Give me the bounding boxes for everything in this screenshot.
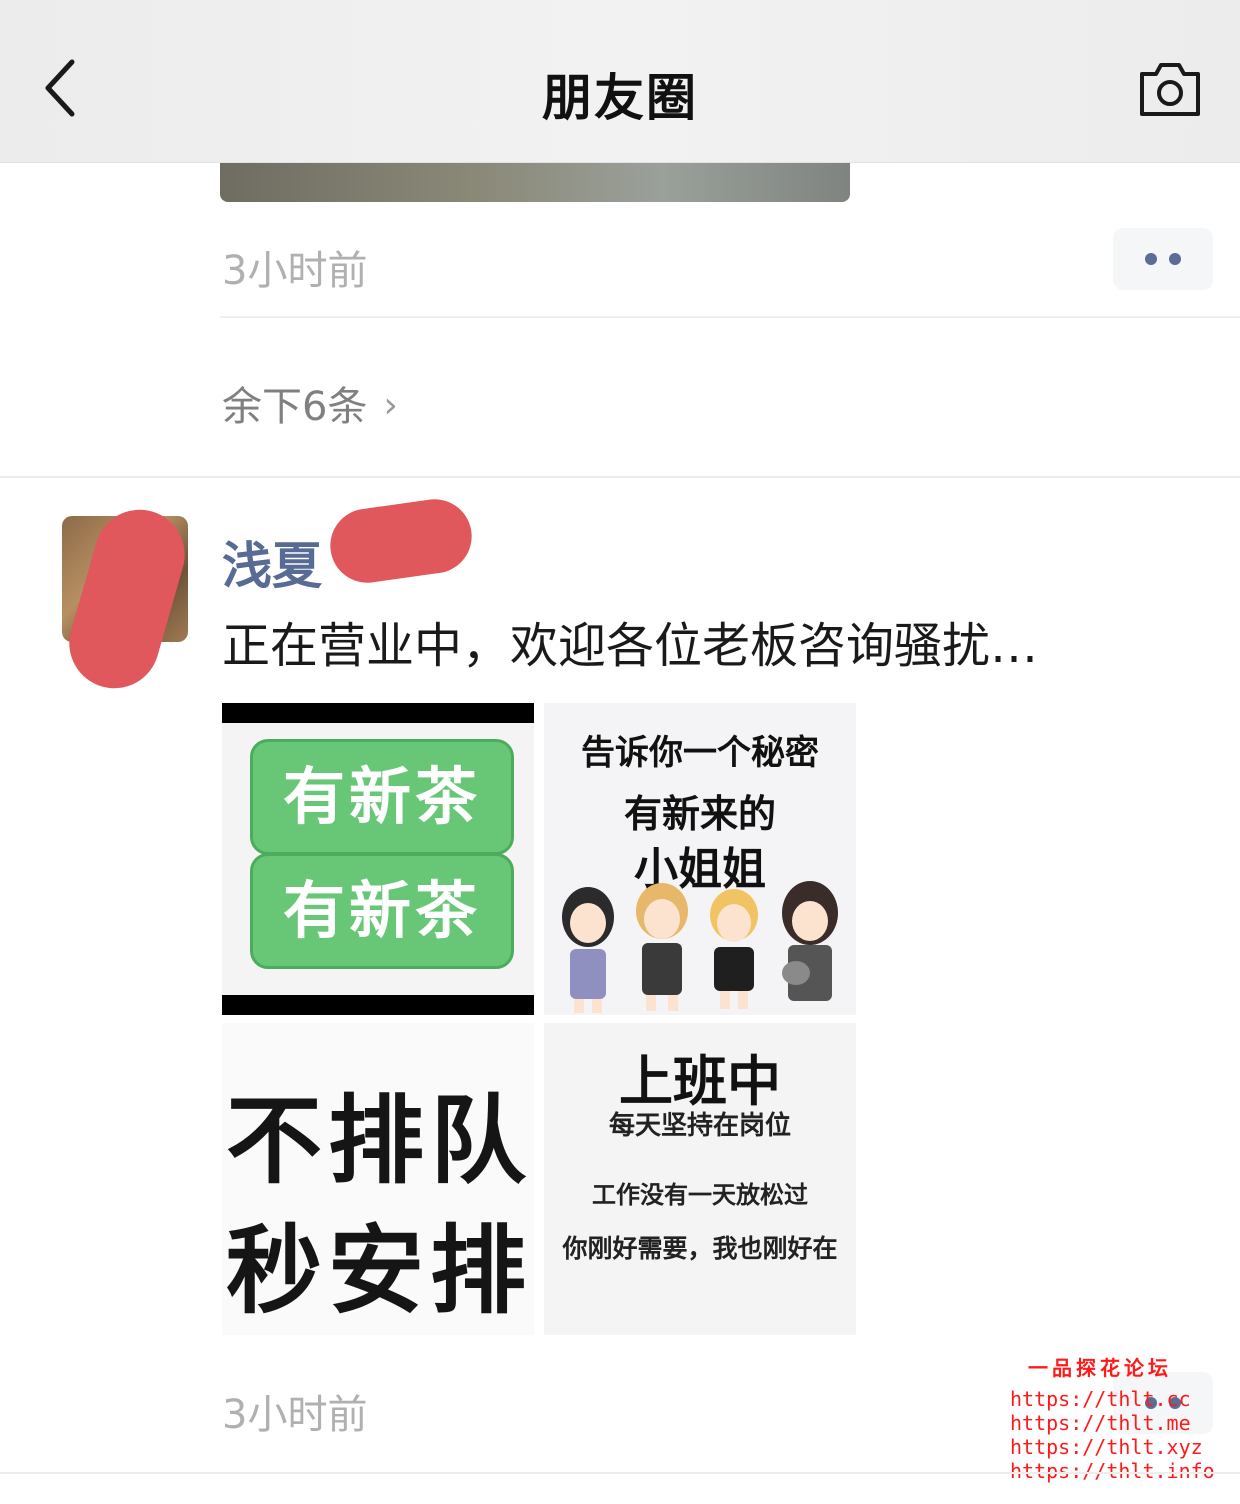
image-text: 不排队 <box>226 1085 532 1197</box>
image-text: 每天坚持在岗位 <box>608 1111 791 1141</box>
camera-button[interactable] <box>1136 60 1204 118</box>
watermark-title: 一品探花论坛 <box>1028 1356 1172 1380</box>
post-timestamp: 3小时前 <box>222 248 368 294</box>
watermark: 一品探花论坛 https://thlt.cc https://thlt.me h… <box>1010 1352 1215 1483</box>
page-title: 朋友圈 <box>542 69 698 127</box>
image-text: 有新来的 <box>623 792 776 836</box>
nav-bar: 朋友圈 <box>0 0 1240 163</box>
chevron-right-icon: › <box>383 385 398 426</box>
post-image[interactable]: 有新茶 有新茶 <box>222 703 534 1015</box>
post-timestamp: 3小时前 <box>222 1392 368 1438</box>
image-text: 工作没有一天放松过 <box>592 1181 808 1209</box>
black-bar <box>222 995 534 1015</box>
watermark-url: https://thlt.cc <box>1010 1387 1191 1411</box>
post-image[interactable]: 上班中 每天坚持在岗位 工作没有一天放松过 你刚好需要，我也刚好在 <box>544 1023 856 1335</box>
more-dot-icon <box>1145 253 1157 265</box>
remaining-posts-label: 余下6条 <box>222 384 368 430</box>
more-dot-icon <box>1169 253 1181 265</box>
username[interactable]: 浅夏 <box>222 526 322 598</box>
tea-label: 有新茶 <box>250 739 514 855</box>
post-image[interactable]: 告诉你一个秘密 有新来的 小姐姐 <box>544 703 856 1015</box>
watermark-url: https://thlt.xyz <box>1010 1435 1203 1459</box>
image-text: 你刚好需要，我也刚好在 <box>562 1234 838 1263</box>
post-image[interactable]: 不排队 秒安排 <box>222 1023 534 1335</box>
section-divider <box>0 476 1240 478</box>
camera-icon <box>1140 63 1200 116</box>
divider <box>220 316 1240 318</box>
section-divider <box>0 1472 1240 1474</box>
image-text: 秒安排 <box>226 1215 532 1327</box>
black-bar <box>222 703 534 723</box>
watermark-url: https://thlt.info <box>1010 1459 1215 1483</box>
post-actions-button[interactable] <box>1113 228 1213 290</box>
watermark-url: https://thlt.me <box>1010 1411 1191 1435</box>
post-text: 正在营业中，欢迎各位老板咨询骚扰… <box>222 618 1039 674</box>
remaining-posts-link[interactable]: 余下6条 › <box>222 374 398 432</box>
tea-label: 有新茶 <box>250 853 514 969</box>
image-text: 告诉你一个秘密 <box>581 733 819 773</box>
cartoon-girls-illustration <box>562 881 838 1013</box>
redaction-mark <box>325 494 477 588</box>
